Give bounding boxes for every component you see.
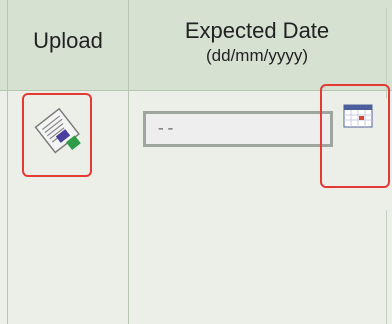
- upload-column-header: Upload: [33, 28, 103, 53]
- date-format-hint: (dd/mm/yyyy): [206, 46, 308, 65]
- calendar-icon[interactable]: [343, 104, 373, 128]
- expected-date-label: Expected Date: [184, 18, 330, 43]
- column-divider: [386, 210, 387, 324]
- expected-date-column-header: Expected Date (dd/mm/yyyy): [129, 18, 385, 66]
- upload-document-icon[interactable]: [31, 104, 86, 156]
- upload-date-table: Upload Expected Date (dd/mm/yyyy): [0, 0, 392, 324]
- expected-date-input[interactable]: [143, 111, 333, 147]
- calendar-icon-highlight: [320, 84, 390, 188]
